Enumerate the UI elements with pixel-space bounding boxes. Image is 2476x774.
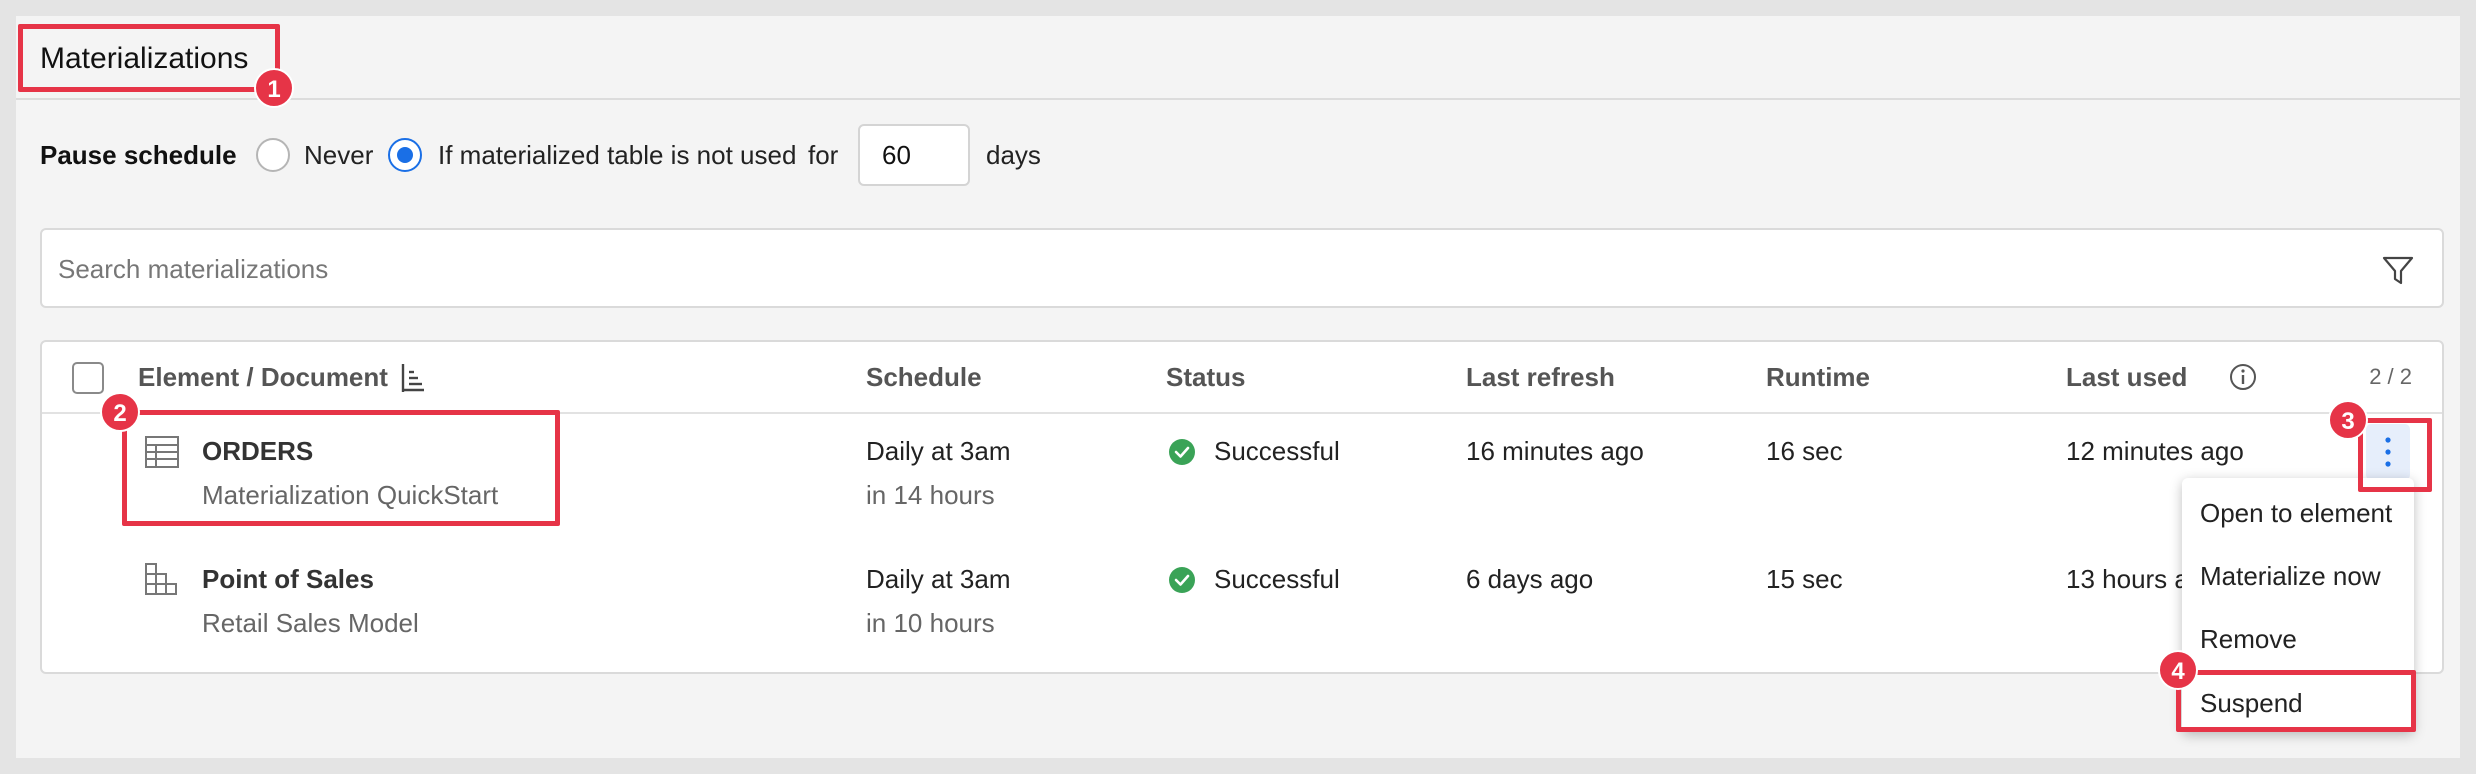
pivot-table-icon (145, 563, 177, 595)
menu-item-materialize-now[interactable]: Materialize now (2200, 561, 2381, 592)
header-element[interactable]: Element / Document (138, 362, 388, 393)
search-bar (40, 228, 2444, 308)
search-input[interactable] (58, 248, 2258, 290)
row-runtime: 16 sec (1766, 436, 1843, 466)
row-schedule: Daily at 3am (866, 564, 1011, 594)
info-icon[interactable] (2228, 362, 2258, 392)
row-element-name[interactable]: Point of Sales (202, 564, 374, 595)
header-runtime[interactable]: Runtime (1766, 362, 1870, 393)
row-last-used: 13 hours a (2066, 564, 2189, 594)
annotation-badge-4: 4 (2158, 650, 2198, 690)
row-runtime: 15 sec (1766, 564, 1843, 594)
radio-never[interactable] (256, 138, 290, 172)
menu-item-open-to-element[interactable]: Open to element (2200, 498, 2392, 529)
row-count: 2 / 2 (2369, 364, 2412, 389)
for-label: for (808, 140, 839, 170)
row-status: Successful (1214, 564, 1340, 594)
row-last-refresh: 6 days ago (1466, 564, 1594, 594)
header-schedule[interactable]: Schedule (866, 362, 982, 393)
row-last-refresh: 16 minutes ago (1466, 436, 1644, 466)
row-last-used: 12 minutes ago (2066, 436, 2244, 466)
header-last-used[interactable]: Last used (2066, 362, 2187, 393)
row-status: Successful (1214, 436, 1340, 466)
radio-never-label[interactable]: Never (304, 140, 373, 171)
days-input[interactable] (858, 124, 970, 186)
select-all-checkbox[interactable] (72, 362, 104, 394)
radio-unused-label[interactable]: If materialized table is not used (438, 140, 796, 171)
radio-unused[interactable] (388, 138, 422, 172)
row-next-run: in 10 hours (866, 608, 995, 638)
success-check-icon (1169, 567, 1195, 593)
annotation-badge-1: 1 (254, 68, 294, 108)
section-divider (16, 98, 2460, 100)
pause-schedule-label: Pause schedule (40, 140, 237, 170)
highlight-box-title (18, 24, 280, 92)
highlight-box-element (122, 410, 560, 526)
highlight-box-suspend (2176, 670, 2416, 732)
sort-icon[interactable] (400, 362, 426, 394)
header-status[interactable]: Status (1166, 362, 1245, 393)
menu-item-remove[interactable]: Remove (2200, 624, 2297, 655)
success-check-icon (1169, 439, 1195, 465)
header-last-refresh[interactable]: Last refresh (1466, 362, 1615, 393)
row-schedule: Daily at 3am (866, 436, 1011, 466)
annotation-badge-2: 2 (100, 392, 140, 432)
table-row[interactable] (42, 542, 2442, 666)
row-next-run: in 14 hours (866, 480, 995, 510)
filter-icon[interactable] (2380, 252, 2416, 288)
annotation-badge-3: 3 (2328, 400, 2368, 440)
row-document-name: Retail Sales Model (202, 608, 419, 638)
days-unit-label: days (986, 140, 1041, 170)
highlight-box-actions (2358, 418, 2432, 492)
